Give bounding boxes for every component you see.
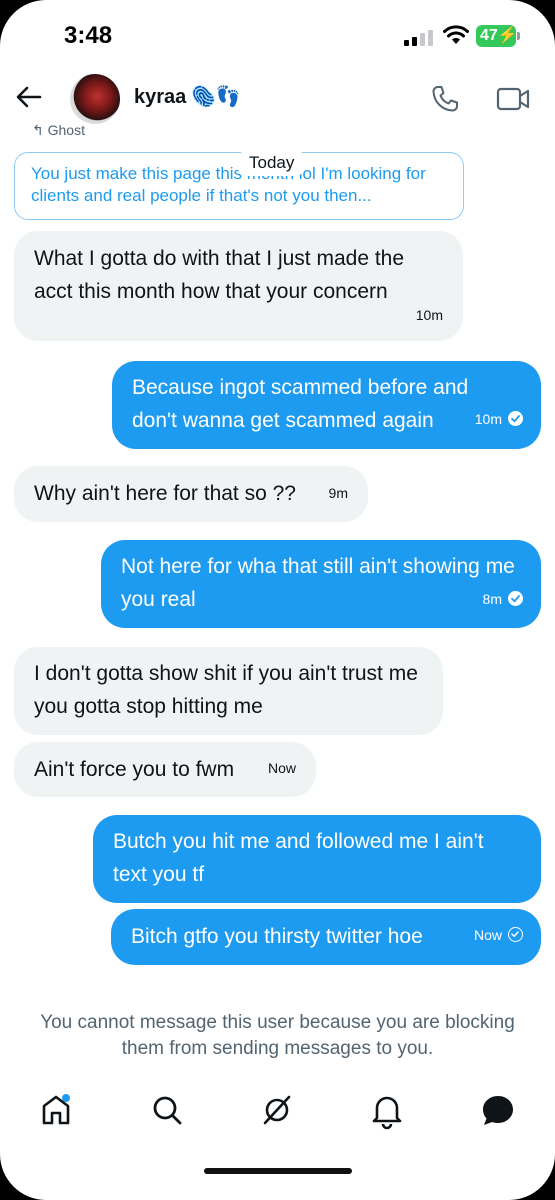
message-bubble-incoming[interactable]: What I gotta do with that I just made th… (14, 231, 463, 341)
home-indicator (204, 1168, 352, 1174)
sending-check-icon (508, 927, 523, 942)
message-time: 10m (474, 411, 502, 427)
status-time: 3:48 (64, 22, 113, 49)
message-text: Because ingot scammed before and don't w… (132, 376, 469, 432)
name-emoji-badges: 🫆👣 (191, 86, 241, 108)
message-bubble-incoming[interactable]: I don't gotta show shit if you ain't tru… (14, 647, 443, 735)
message-time: 8m (482, 591, 502, 607)
phone-screen: 3:48 47⚡ kyraa 🫆👣 ↰ Ghost You just (0, 0, 555, 1200)
message-bubble-outgoing[interactable]: Not here for wha that still ain't showin… (101, 540, 541, 628)
bottom-tab-bar (0, 1090, 555, 1150)
battery-icon: 47⚡ (476, 25, 518, 47)
message-text: I don't gotta show shit if you ain't tru… (34, 662, 418, 718)
message-time: 9m (328, 485, 348, 501)
message-text: Bitch gtfo you thirsty twitter hoe (131, 925, 423, 948)
messages-icon[interactable] (478, 1090, 518, 1130)
blocked-notice: You cannot message this user because you… (40, 1012, 515, 1059)
message-bubble-outgoing[interactable]: Bitch gtfo you thirsty twitter hoe Now (111, 909, 541, 965)
wifi-icon (443, 25, 469, 44)
message-time: Now (267, 760, 296, 776)
home-notification-dot (62, 1094, 70, 1102)
message-text: Ain't force you to fwm (34, 758, 235, 781)
message-time: 10m (415, 307, 443, 323)
reply-context-label: Ghost (47, 122, 85, 138)
avatar[interactable] (70, 74, 120, 124)
video-call-icon[interactable] (496, 86, 530, 112)
signal-icon (404, 30, 433, 46)
notifications-icon[interactable] (367, 1090, 407, 1130)
message-bubble-incoming[interactable]: Ain't force you to fwm Now (14, 742, 316, 797)
back-arrow-icon[interactable] (14, 82, 44, 112)
conversation-header: kyraa 🫆👣 (0, 70, 555, 130)
battery-level: 47 (480, 27, 498, 44)
contact-name[interactable]: kyraa (134, 86, 186, 109)
message-text: Butch you hit me and followed me I ain't… (113, 830, 484, 886)
message-bubble-outgoing[interactable]: Butch you hit me and followed me I ain't… (93, 815, 541, 903)
message-status: 10m (475, 403, 523, 436)
reply-context: ↰ Ghost (32, 122, 85, 138)
battery-cap (517, 32, 520, 40)
message-status: 8m (483, 583, 523, 616)
search-icon[interactable] (147, 1090, 187, 1130)
sent-check-icon (508, 591, 523, 606)
grok-icon[interactable] (257, 1090, 297, 1130)
message-text: Not here for wha that still ain't showin… (121, 555, 515, 611)
message-text: Why ain't here for that so ?? (34, 482, 296, 505)
message-bubble-incoming[interactable]: Why ain't here for that so ?? 9m (14, 466, 368, 522)
home-icon[interactable] (36, 1090, 76, 1130)
date-divider: Today (236, 150, 308, 176)
sent-check-icon (508, 411, 523, 426)
message-time: Now (473, 927, 502, 943)
message-text: What I gotta do with that I just made th… (34, 247, 405, 303)
message-bubble-outgoing[interactable]: Because ingot scammed before and don't w… (112, 361, 541, 449)
phone-call-icon[interactable] (430, 84, 460, 114)
message-status: Now (474, 919, 523, 952)
status-bar: 3:48 47⚡ (0, 0, 555, 70)
